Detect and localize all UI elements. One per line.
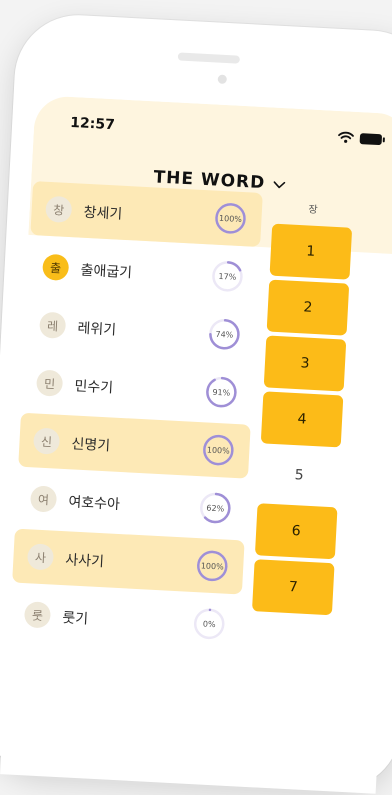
book-name: 레위기	[77, 320, 117, 339]
progress-percent: 100%	[200, 560, 224, 572]
wifi-icon	[338, 131, 354, 143]
chapter-column-label: 장	[308, 204, 318, 216]
book-initial-badge: 레	[38, 311, 67, 339]
phone-speaker	[177, 52, 241, 64]
book-initial-badge: 민	[35, 369, 64, 397]
progress-ring: 74%	[207, 316, 243, 352]
chapter-cell[interactable]: 7	[251, 559, 335, 616]
chapter-list: 장 1234567	[247, 193, 359, 619]
progress-ring: 62%	[197, 490, 233, 526]
book-row[interactable]: 레 레위기 74%	[24, 296, 257, 363]
book-name: 여호수아	[67, 494, 121, 513]
book-name: 신명기	[71, 436, 111, 455]
progress-ring: 100%	[194, 548, 230, 584]
phone-camera	[217, 74, 227, 85]
chapter-cell[interactable]: 1	[269, 223, 353, 280]
book-row[interactable]: 룻 룻기 0%	[9, 586, 242, 653]
book-name: 민수기	[74, 378, 114, 397]
book-name: 창세기	[83, 204, 123, 223]
progress-ring: 91%	[204, 374, 240, 410]
progress-ring: 0%	[191, 606, 227, 642]
book-row[interactable]: 여 여호수아 62%	[15, 470, 248, 537]
book-list: 창 창세기 100% 출 출애굽기 17% 레 레위기 74% 민 민수기 91% 신 신명기 100% 여 여…	[7, 181, 263, 657]
progress-ring: 100%	[213, 201, 249, 237]
chapter-cell[interactable]: 6	[254, 503, 338, 560]
chapter-cell[interactable]: 3	[263, 335, 347, 392]
book-row[interactable]: 출 출애굽기 17%	[27, 238, 260, 305]
book-initial-badge: 여	[29, 485, 58, 513]
book-initial-badge: 출	[42, 253, 70, 281]
status-time: 12:57	[69, 114, 116, 134]
book-row[interactable]: 사 사사기 100%	[12, 528, 245, 595]
book-name: 룻기	[61, 610, 89, 628]
book-row[interactable]: 창 창세기 100%	[30, 181, 263, 247]
book-initial-badge: 사	[26, 543, 55, 571]
progress-ring: 100%	[200, 432, 236, 468]
book-name: 출애굽기	[80, 262, 133, 282]
progress-percent: 100%	[206, 444, 231, 456]
phone-frame: 12:57 THE WORD 창 창세기 100% 출 출애굽기 17% 레 레위기 74% 민 민…	[0, 12, 392, 794]
chapter-cell[interactable]: 5	[258, 447, 341, 503]
chapter-cell[interactable]: 4	[260, 391, 344, 448]
progress-percent: 100%	[218, 213, 243, 224]
book-name: 사사기	[64, 552, 105, 571]
app-screen: 12:57 THE WORD 창 창세기 100% 출 출애굽기 17% 레 레위기 74% 민 민…	[0, 95, 392, 794]
battery-icon	[359, 132, 383, 145]
book-row[interactable]: 민 민수기 91%	[21, 354, 254, 421]
progress-ring: 17%	[210, 258, 246, 294]
progress-percent: 62%	[206, 503, 225, 513]
progress-percent: 91%	[212, 387, 231, 398]
book-row[interactable]: 신 신명기 100%	[18, 412, 251, 479]
status-icons	[338, 131, 383, 145]
progress-percent: 0%	[202, 619, 216, 629]
book-initial-badge: 창	[45, 195, 73, 224]
chevron-down-icon[interactable]	[273, 180, 286, 189]
chapter-cell[interactable]: 2	[266, 279, 350, 336]
book-initial-badge: 신	[32, 427, 61, 455]
progress-percent: 17%	[218, 271, 237, 282]
progress-percent: 74%	[215, 329, 234, 340]
book-initial-badge: 룻	[23, 601, 52, 629]
